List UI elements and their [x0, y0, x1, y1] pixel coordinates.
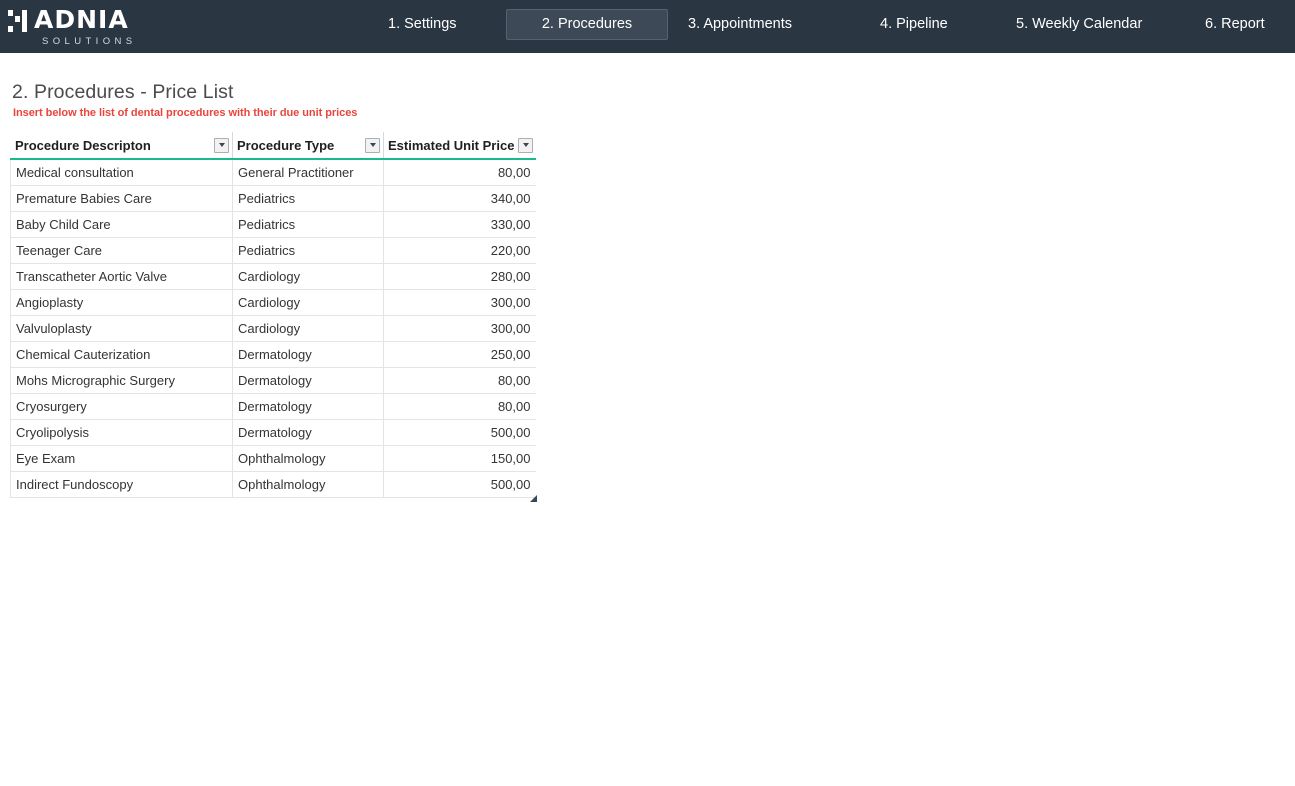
cell-procedure-description[interactable]: Teenager Care — [11, 237, 233, 263]
cell-procedure-description[interactable]: Medical consultation — [11, 159, 233, 185]
cell-estimated-unit-price[interactable]: 150,00 — [384, 445, 536, 471]
cell-procedure-type[interactable]: Pediatrics — [233, 185, 384, 211]
cell-procedure-type[interactable]: Dermatology — [233, 393, 384, 419]
brand-tagline: SOLUTIONS — [42, 36, 160, 47]
price-list-table-container: Procedure Descripton Procedure Type Esti… — [10, 132, 535, 498]
brand-logo[interactable]: ADNIA SOLUTIONS — [0, 0, 160, 53]
cell-estimated-unit-price[interactable]: 280,00 — [384, 263, 536, 289]
cell-procedure-type[interactable]: General Practitioner — [233, 159, 384, 185]
cell-procedure-type[interactable]: Dermatology — [233, 367, 384, 393]
cell-procedure-description[interactable]: Cryosurgery — [11, 393, 233, 419]
cell-procedure-type[interactable]: Ophthalmology — [233, 445, 384, 471]
column-header-estimated-unit-price: Estimated Unit Price — [384, 132, 536, 159]
cell-procedure-type[interactable]: Cardiology — [233, 315, 384, 341]
cell-estimated-unit-price[interactable]: 80,00 — [384, 393, 536, 419]
brand-name: ADNIA — [34, 8, 129, 32]
cell-procedure-description[interactable]: Eye Exam — [11, 445, 233, 471]
column-header-procedure-type: Procedure Type — [233, 132, 384, 159]
filter-dropdown-icon-price[interactable] — [518, 138, 533, 153]
cell-estimated-unit-price[interactable]: 330,00 — [384, 211, 536, 237]
table-row[interactable]: Teenager CarePediatrics220,00 — [11, 237, 536, 263]
nav-tab-weekly-calendar[interactable]: 5. Weekly Calendar — [1016, 9, 1142, 39]
cell-estimated-unit-price[interactable]: 80,00 — [384, 367, 536, 393]
table-row[interactable]: ValvuloplastyCardiology300,00 — [11, 315, 536, 341]
cell-procedure-type[interactable]: Ophthalmology — [233, 471, 384, 497]
cell-estimated-unit-price[interactable]: 340,00 — [384, 185, 536, 211]
page-title: 2. Procedures - Price List — [12, 81, 234, 104]
cell-procedure-description[interactable]: Cryolipolysis — [11, 419, 233, 445]
table-body: Medical consultationGeneral Practitioner… — [11, 159, 536, 497]
cell-estimated-unit-price[interactable]: 80,00 — [384, 159, 536, 185]
cell-procedure-description[interactable]: Baby Child Care — [11, 211, 233, 237]
price-list-table: Procedure Descripton Procedure Type Esti… — [10, 132, 536, 498]
table-row[interactable]: Eye ExamOphthalmology150,00 — [11, 445, 536, 471]
cell-estimated-unit-price[interactable]: 300,00 — [384, 315, 536, 341]
cell-procedure-description[interactable]: Transcatheter Aortic Valve — [11, 263, 233, 289]
top-navigation-bar: ADNIA SOLUTIONS 1. Settings 2. Procedure… — [0, 0, 1295, 53]
nav-tab-report[interactable]: 6. Report — [1205, 9, 1265, 39]
table-row[interactable]: Mohs Micrographic SurgeryDermatology80,0… — [11, 367, 536, 393]
table-header-row: Procedure Descripton Procedure Type Esti… — [11, 132, 536, 159]
table-row[interactable]: Baby Child CarePediatrics330,00 — [11, 211, 536, 237]
brand-row: ADNIA — [8, 6, 160, 32]
cell-estimated-unit-price[interactable]: 300,00 — [384, 289, 536, 315]
cell-procedure-description[interactable]: Mohs Micrographic Surgery — [11, 367, 233, 393]
cell-procedure-type[interactable]: Dermatology — [233, 419, 384, 445]
table-resize-handle[interactable] — [530, 495, 537, 502]
column-header-label: Procedure Descripton — [15, 138, 155, 153]
nav-tab-list: 1. Settings 2. Procedures 3. Appointment… — [160, 0, 1295, 53]
column-header-label: Estimated Unit Price — [388, 138, 518, 153]
cell-procedure-description[interactable]: Chemical Cauterization — [11, 341, 233, 367]
cell-procedure-description[interactable]: Indirect Fundoscopy — [11, 471, 233, 497]
cell-estimated-unit-price[interactable]: 220,00 — [384, 237, 536, 263]
cell-estimated-unit-price[interactable]: 500,00 — [384, 471, 536, 497]
nav-tab-procedures[interactable]: 2. Procedures — [506, 9, 668, 40]
table-row[interactable]: Transcatheter Aortic ValveCardiology280,… — [11, 263, 536, 289]
nav-tab-appointments[interactable]: 3. Appointments — [688, 9, 792, 39]
cell-estimated-unit-price[interactable]: 250,00 — [384, 341, 536, 367]
filter-dropdown-icon-type[interactable] — [365, 138, 380, 153]
column-header-procedure-description: Procedure Descripton — [11, 132, 233, 159]
table-row[interactable]: AngioplastyCardiology300,00 — [11, 289, 536, 315]
cell-procedure-type[interactable]: Dermatology — [233, 341, 384, 367]
table-row[interactable]: Premature Babies CarePediatrics340,00 — [11, 185, 536, 211]
table-header: Procedure Descripton Procedure Type Esti… — [11, 132, 536, 159]
table-row[interactable]: CryolipolysisDermatology500,00 — [11, 419, 536, 445]
cell-procedure-description[interactable]: Valvuloplasty — [11, 315, 233, 341]
cell-procedure-type[interactable]: Pediatrics — [233, 237, 384, 263]
cell-procedure-type[interactable]: Cardiology — [233, 263, 384, 289]
column-header-label: Procedure Type — [237, 138, 338, 153]
table-row[interactable]: Chemical CauterizationDermatology250,00 — [11, 341, 536, 367]
page-subtitle: Insert below the list of dental procedur… — [13, 107, 357, 119]
nav-tab-pipeline[interactable]: 4. Pipeline — [880, 9, 948, 39]
cell-estimated-unit-price[interactable]: 500,00 — [384, 419, 536, 445]
table-row[interactable]: Indirect FundoscopyOphthalmology500,00 — [11, 471, 536, 497]
cell-procedure-description[interactable]: Premature Babies Care — [11, 185, 233, 211]
table-row[interactable]: CryosurgeryDermatology80,00 — [11, 393, 536, 419]
cell-procedure-description[interactable]: Angioplasty — [11, 289, 233, 315]
adnia-bars-logo-icon — [8, 10, 27, 32]
table-row[interactable]: Medical consultationGeneral Practitioner… — [11, 159, 536, 185]
filter-dropdown-icon-description[interactable] — [214, 138, 229, 153]
nav-tab-settings[interactable]: 1. Settings — [388, 9, 457, 39]
cell-procedure-type[interactable]: Pediatrics — [233, 211, 384, 237]
cell-procedure-type[interactable]: Cardiology — [233, 289, 384, 315]
